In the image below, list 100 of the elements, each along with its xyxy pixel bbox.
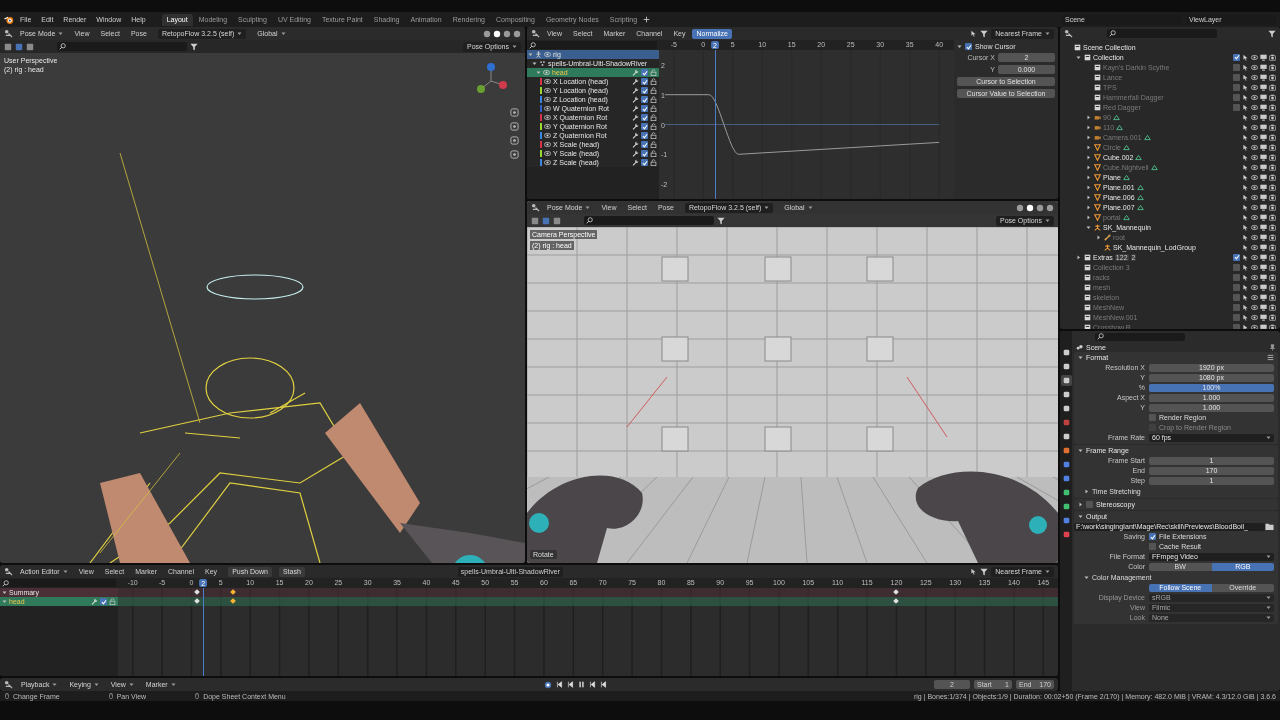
monitor-icon[interactable]: [1260, 73, 1267, 81]
eye-icon[interactable]: [544, 105, 551, 112]
monitor-icon[interactable]: [1260, 213, 1267, 221]
lock-icon[interactable]: [650, 78, 657, 85]
disclosure-triangle-icon[interactable]: [1086, 134, 1091, 140]
exclude-checkbox[interactable]: [1233, 303, 1240, 311]
keyframe-marker[interactable]: [194, 598, 200, 604]
disclosure-triangle-icon[interactable]: [1086, 194, 1091, 200]
eye-icon[interactable]: [544, 114, 551, 121]
checkbox[interactable]: [1086, 501, 1093, 508]
editor-type-icon[interactable]: [531, 29, 540, 38]
camera-icon[interactable]: [1269, 233, 1276, 241]
pause-icon[interactable]: [577, 681, 585, 688]
camera-icon[interactable]: [1269, 103, 1276, 111]
filter-icon[interactable]: [980, 567, 989, 576]
disclosure-triangle-icon[interactable]: [1076, 54, 1081, 60]
show-cursor-checkbox[interactable]: [965, 43, 972, 50]
monitor-icon[interactable]: [1260, 293, 1267, 301]
search-field[interactable]: [2, 579, 116, 587]
eye-icon[interactable]: [544, 141, 551, 148]
camera-icon[interactable]: [1269, 53, 1276, 61]
lock-icon[interactable]: [650, 150, 657, 157]
eye-icon[interactable]: [1251, 253, 1258, 261]
camera-icon[interactable]: [1269, 83, 1276, 91]
lock-icon[interactable]: [650, 105, 657, 112]
editor-type-icon[interactable]: [4, 567, 13, 576]
monitor-icon[interactable]: [1260, 113, 1267, 121]
previous-keyframe-icon[interactable]: [566, 681, 574, 688]
keyframe-marker[interactable]: [893, 598, 900, 604]
camera-icon[interactable]: [1269, 143, 1276, 151]
keyframe-marker[interactable]: [229, 589, 236, 595]
select-arrow-icon[interactable]: [970, 30, 978, 37]
tool-icon[interactable]: [4, 42, 12, 51]
camera-icon[interactable]: [1269, 303, 1276, 311]
checkbox[interactable]: [1149, 543, 1156, 550]
camera-icon[interactable]: [1269, 123, 1276, 131]
monitor-icon[interactable]: [1260, 203, 1267, 211]
exclude-checkbox[interactable]: [1233, 283, 1240, 291]
record-icon[interactable]: [543, 680, 552, 689]
exclude-checkbox[interactable]: [1233, 323, 1240, 329]
camera-icon[interactable]: [1269, 223, 1276, 231]
disclosure-triangle-icon[interactable]: [1086, 214, 1091, 220]
eye-icon[interactable]: [1251, 203, 1258, 211]
plus-icon[interactable]: [643, 16, 651, 23]
monitor-icon[interactable]: [1260, 173, 1267, 181]
exclude-checkbox[interactable]: [1233, 83, 1240, 91]
eye-icon[interactable]: [1251, 153, 1258, 161]
disclosure-triangle-icon[interactable]: [1086, 164, 1091, 170]
eye-icon[interactable]: [1251, 293, 1258, 301]
eye-icon[interactable]: [544, 150, 551, 157]
disclosure-triangle-icon[interactable]: [1086, 124, 1091, 130]
monitor-icon[interactable]: [1260, 153, 1267, 161]
camera-icon[interactable]: [1269, 213, 1276, 221]
exclude-checkbox[interactable]: [1233, 253, 1240, 261]
exclude-checkbox[interactable]: [1233, 73, 1240, 81]
monitor-icon[interactable]: [1260, 103, 1267, 111]
camera-icon[interactable]: [1269, 283, 1276, 291]
eye-icon[interactable]: [1251, 213, 1258, 221]
eye-icon[interactable]: [1251, 283, 1258, 291]
grid-icon[interactable]: [510, 150, 519, 159]
checkbox[interactable]: [1149, 533, 1156, 540]
editor-type-icon[interactable]: [4, 680, 13, 689]
search-field[interactable]: [1095, 332, 1185, 341]
eye-icon[interactable]: [1251, 303, 1258, 311]
eye-icon[interactable]: [1251, 123, 1258, 131]
checkbox[interactable]: [1149, 414, 1156, 421]
eye-icon[interactable]: [1251, 243, 1258, 251]
camera-icon[interactable]: [1269, 293, 1276, 301]
eye-icon[interactable]: [1251, 143, 1258, 151]
eye-icon[interactable]: [1251, 53, 1258, 61]
eye-icon[interactable]: [1251, 163, 1258, 171]
camera-icon[interactable]: [1269, 153, 1276, 161]
monitor-icon[interactable]: [1260, 163, 1267, 171]
eye-icon[interactable]: [1251, 93, 1258, 101]
exclude-checkbox[interactable]: [1233, 103, 1240, 111]
keyframe-marker[interactable]: [893, 589, 900, 595]
exclude-checkbox[interactable]: [1233, 93, 1240, 101]
playhead-line[interactable]: [203, 588, 205, 676]
camera-icon[interactable]: [1269, 133, 1276, 141]
disclosure-triangle-icon[interactable]: [1086, 154, 1091, 160]
filter-icon[interactable]: [1268, 29, 1276, 38]
tool-icon[interactable]: [531, 216, 539, 225]
eye-icon[interactable]: [1251, 113, 1258, 121]
exclude-checkbox[interactable]: [1233, 63, 1240, 71]
camera-icon[interactable]: [1269, 113, 1276, 121]
eye-icon[interactable]: [544, 51, 551, 58]
monitor-icon[interactable]: [1260, 263, 1267, 271]
eye-icon[interactable]: [1251, 273, 1258, 281]
monitor-icon[interactable]: [1260, 303, 1267, 311]
exclude-checkbox[interactable]: [1233, 313, 1240, 321]
eye-icon[interactable]: [1251, 133, 1258, 141]
disclosure-triangle-icon[interactable]: [957, 44, 962, 49]
hand-icon[interactable]: [510, 122, 519, 131]
exclude-checkbox[interactable]: [1233, 263, 1240, 271]
eye-icon[interactable]: [544, 159, 551, 166]
properties-tab[interactable]: [1060, 375, 1072, 386]
camera-icon[interactable]: [1269, 93, 1276, 101]
camera-icon[interactable]: [1269, 203, 1276, 211]
eye-icon[interactable]: [1251, 73, 1258, 81]
eye-icon[interactable]: [1251, 183, 1258, 191]
